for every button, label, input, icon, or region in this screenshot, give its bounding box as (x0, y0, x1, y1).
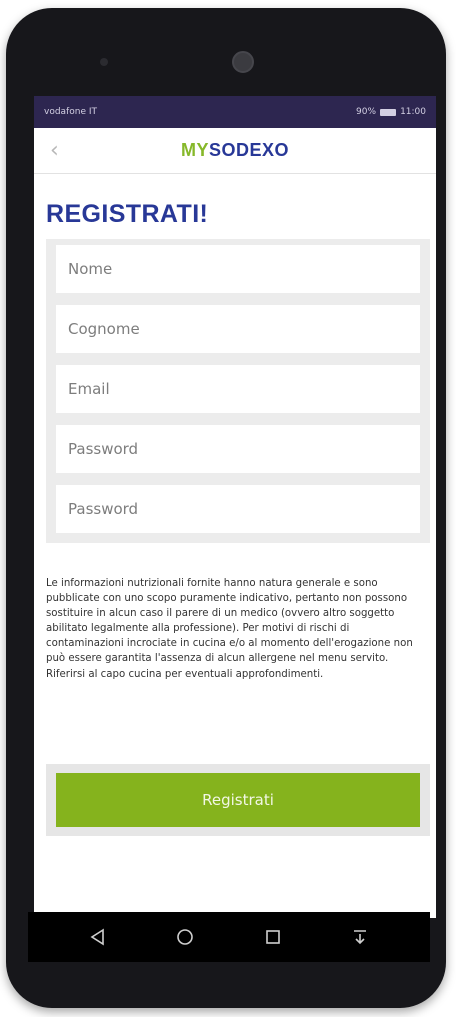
nav-back-icon[interactable] (80, 919, 116, 955)
battery-percent: 90% (356, 107, 377, 117)
carrier-label: vodafone IT (44, 107, 97, 117)
page-title: REGISTRATI! (46, 200, 209, 228)
register-button-container: Registrati (46, 764, 430, 836)
nutrition-disclaimer: Le informazioni nutrizionali fornite han… (46, 578, 413, 680)
email-field[interactable] (56, 365, 420, 413)
battery-icon (380, 108, 397, 116)
screen: vodafone IT 90% 11:00 ‹ MYSODEXO REGISTR… (34, 96, 436, 918)
password-field[interactable] (56, 425, 420, 473)
confirm-password-field[interactable] (56, 485, 420, 533)
phone-frame: vodafone IT 90% 11:00 ‹ MYSODEXO REGISTR… (6, 8, 446, 1008)
app-logo: MYSODEXO (34, 140, 436, 161)
clock: 11:00 (400, 107, 426, 117)
proximity-sensor (100, 58, 108, 66)
nav-notifications-icon[interactable] (342, 919, 378, 955)
system-nav-bar (28, 912, 430, 962)
nav-home-icon[interactable] (167, 919, 203, 955)
status-right: 90% 11:00 (356, 107, 426, 117)
logo-my: MY (180, 140, 209, 160)
first-name-field[interactable] (56, 245, 420, 293)
status-bar: vodafone IT 90% 11:00 (34, 96, 436, 128)
app-header: ‹ MYSODEXO (34, 128, 436, 174)
registration-form (46, 239, 430, 543)
front-camera (232, 51, 254, 73)
last-name-field[interactable] (56, 305, 420, 353)
register-button[interactable]: Registrati (56, 773, 420, 827)
logo-sodexo: SODEXO (208, 140, 290, 160)
nav-recents-icon[interactable] (255, 919, 291, 955)
